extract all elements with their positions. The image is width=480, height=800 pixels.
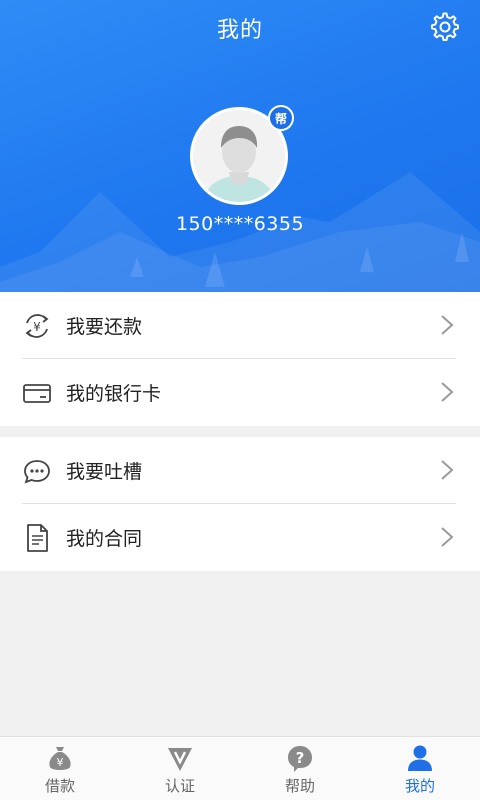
tab-label: 帮助 [284, 777, 315, 795]
document-icon [22, 523, 52, 553]
yuan-cycle-icon: ¥ [22, 311, 52, 341]
svg-text:?: ? [296, 749, 305, 767]
svg-text:¥: ¥ [33, 320, 41, 334]
chevron-right-icon [441, 460, 454, 480]
chevron-right-icon [441, 527, 454, 547]
profile-header: 我的 帮 150****6355 [0, 0, 480, 292]
menu-item-label: 我的银行卡 [66, 383, 162, 405]
svg-text:¥: ¥ [57, 756, 64, 769]
menu-group-service: 我要吐槽 我的合同 [0, 437, 480, 571]
help-question-icon: ? [288, 746, 312, 772]
user-phone: 150****6355 [175, 213, 305, 235]
menu-item-label: 我要还款 [66, 316, 143, 338]
tab-help[interactable]: ? 帮助 [240, 737, 360, 800]
avatar[interactable]: 帮 [190, 105, 294, 205]
chevron-right-icon [441, 315, 454, 335]
menu-group-account: ¥ 我要还款 我的银行卡 [0, 292, 480, 426]
menu-item-label: 我的合同 [66, 528, 143, 550]
menu-item-label: 我要吐槽 [66, 461, 143, 483]
chat-bubble-icon [22, 456, 52, 486]
tab-label: 我的 [404, 777, 435, 795]
help-badge: 帮 [268, 105, 294, 131]
tab-loan[interactable]: ¥ 借款 [0, 737, 120, 800]
bottom-tab-bar: ¥ 借款 认证 ? 帮助 我的 [0, 736, 480, 800]
bank-card-icon [22, 378, 52, 408]
menu-item-feedback[interactable]: 我要吐槽 [0, 437, 480, 504]
money-bag-icon: ¥ [49, 747, 71, 770]
tab-label: 借款 [44, 777, 75, 795]
tab-verify[interactable]: 认证 [120, 737, 240, 800]
gear-icon[interactable] [430, 12, 460, 42]
verify-v-icon [168, 748, 192, 771]
chevron-right-icon [441, 382, 454, 402]
user-icon [408, 745, 432, 771]
page-title: 我的 [216, 18, 263, 43]
tab-mine[interactable]: 我的 [360, 737, 480, 800]
menu-item-repay[interactable]: ¥ 我要还款 [0, 292, 480, 359]
tab-label: 认证 [164, 777, 195, 795]
menu-item-bank-card[interactable]: 我的银行卡 [0, 359, 480, 426]
menu-item-contract[interactable]: 我的合同 [0, 504, 480, 571]
